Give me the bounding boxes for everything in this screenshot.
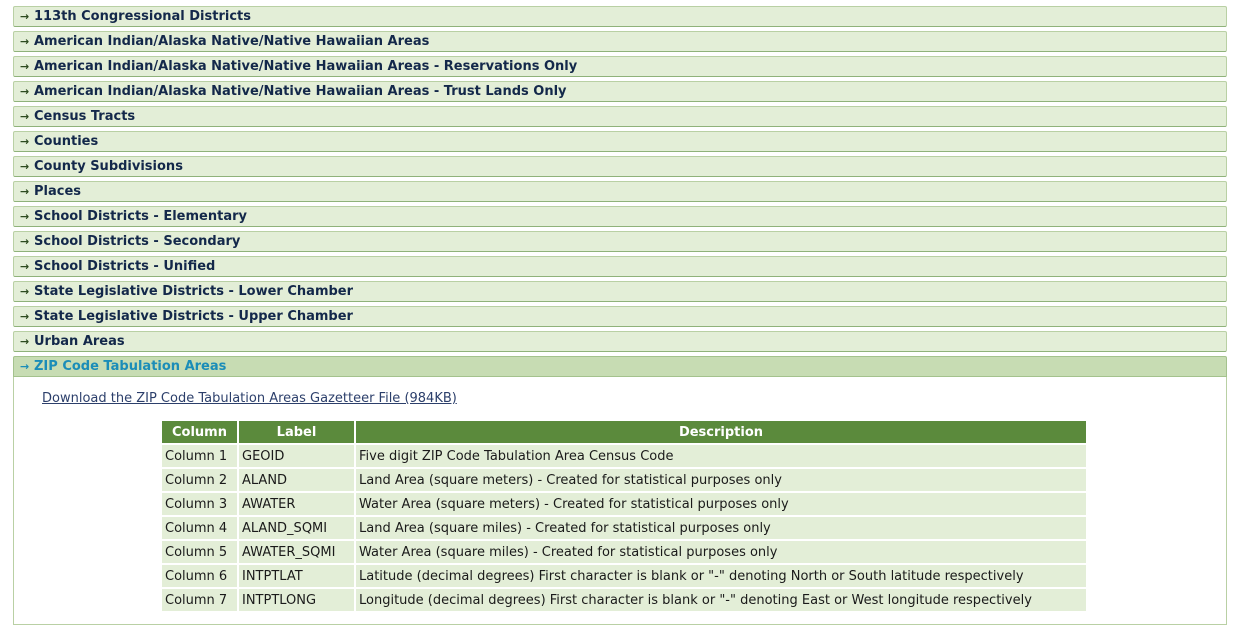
accordion-item-label: American Indian/Alaska Native/Native Haw… (34, 59, 578, 74)
cell-column: Column 2 (162, 469, 237, 491)
table-row: Column 1 GEOID Five digit ZIP Code Tabulat… (162, 445, 1086, 467)
arrow-right-icon: → (20, 210, 30, 223)
accordion-panel-zcta: Download the ZIP Code Tabulation Areas G… (13, 377, 1227, 625)
column-header-description: Description (356, 421, 1086, 443)
arrow-right-icon: → (20, 110, 30, 123)
accordion-item[interactable]: → Counties (13, 131, 1227, 152)
accordion-item[interactable]: → Urban Areas (13, 331, 1227, 352)
accordion-item-label: American Indian/Alaska Native/Native Haw… (34, 34, 430, 49)
cell-column: Column 7 (162, 589, 237, 611)
cell-label: AWATER_SQMI (239, 541, 354, 563)
accordion-item-label: School Districts - Secondary (34, 234, 241, 249)
arrow-right-icon: → (20, 260, 30, 273)
accordion-item-label: Census Tracts (34, 109, 136, 124)
accordion-item[interactable]: → School Districts - Secondary (13, 231, 1227, 252)
accordion-item[interactable]: → School Districts - Unified (13, 256, 1227, 277)
column-header-label: Label (239, 421, 354, 443)
accordion-item[interactable]: → County Subdivisions (13, 156, 1227, 177)
arrow-down-icon: → (20, 360, 30, 373)
arrow-right-icon: → (20, 160, 30, 173)
accordion-item-label: Places (34, 184, 82, 199)
cell-description: Longitude (decimal degrees) First charac… (356, 589, 1086, 611)
accordion-item-label: ZIP Code Tabulation Areas (34, 359, 227, 374)
accordion-item-zcta[interactable]: → ZIP Code Tabulation Areas (13, 356, 1227, 377)
table-row: Column 7 INTPTLONG Longitude (decimal degr… (162, 589, 1086, 611)
cell-column: Column 1 (162, 445, 237, 467)
cell-label: ALAND (239, 469, 354, 491)
accordion-item[interactable]: → 113th Congressional Districts (13, 6, 1227, 27)
accordion-item-label: School Districts - Elementary (34, 209, 247, 224)
accordion-item[interactable]: → American Indian/Alaska Native/Native Ha… (13, 31, 1227, 52)
arrow-right-icon: → (20, 10, 30, 23)
table-body: Column 1 GEOID Five digit ZIP Code Tabulat… (162, 445, 1086, 611)
cell-description: Land Area (square meters) - Created for … (356, 469, 1086, 491)
accordion-item-label: State Legislative Districts - Upper Cham… (34, 309, 353, 324)
accordion-item-label: Counties (34, 134, 99, 149)
arrow-right-icon: → (20, 135, 30, 148)
arrow-right-icon: → (20, 285, 30, 298)
table-row: Column 3 AWATER Water Area (square meters)… (162, 493, 1086, 515)
accordion-list: → 113th Congressional Districts → American … (13, 6, 1227, 352)
cell-column: Column 3 (162, 493, 237, 515)
table-row: Column 5 AWATER_SQMI Water Area (square mi… (162, 541, 1086, 563)
accordion-item[interactable]: → Census Tracts (13, 106, 1227, 127)
accordion-item[interactable]: → State Legislative Districts - Lower Cha… (13, 281, 1227, 302)
arrow-right-icon: → (20, 60, 30, 73)
cell-description: Five digit ZIP Code Tabulation Area Cens… (356, 445, 1086, 467)
accordion-item[interactable]: → American Indian/Alaska Native/Native Ha… (13, 56, 1227, 77)
cell-description: Water Area (square miles) - Created for … (356, 541, 1086, 563)
cell-label: ALAND_SQMI (239, 517, 354, 539)
accordion-item[interactable]: → Places (13, 181, 1227, 202)
arrow-right-icon: → (20, 185, 30, 198)
arrow-right-icon: → (20, 85, 30, 98)
accordion-item[interactable]: → School Districts - Elementary (13, 206, 1227, 227)
accordion-item[interactable]: → State Legislative Districts - Upper Cha… (13, 306, 1227, 327)
gazetteer-accordion: → 113th Congressional Districts → American … (13, 6, 1227, 625)
cell-description: Water Area (square meters) - Created for… (356, 493, 1086, 515)
cell-label: GEOID (239, 445, 354, 467)
cell-label: INTPTLONG (239, 589, 354, 611)
accordion-item-label: 113th Congressional Districts (34, 9, 251, 24)
table-row: Column 4 ALAND_SQMI Land Area (square mile… (162, 517, 1086, 539)
arrow-right-icon: → (20, 235, 30, 248)
arrow-right-icon: → (20, 335, 30, 348)
accordion-item-label: American Indian/Alaska Native/Native Haw… (34, 84, 567, 99)
table-row: Column 6 INTPTLAT Latitude (decimal degree… (162, 565, 1086, 587)
column-header-column: Column (162, 421, 237, 443)
accordion-item-label: County Subdivisions (34, 159, 183, 174)
accordion-item-label: State Legislative Districts - Lower Cham… (34, 284, 354, 299)
gazetteer-columns-table: Column Label Description Column 1 GEOID Fi… (160, 419, 1088, 613)
arrow-right-icon: → (20, 310, 30, 323)
accordion-item-label: Urban Areas (34, 334, 125, 349)
cell-description: Land Area (square miles) - Created for s… (356, 517, 1086, 539)
download-gazetteer-link[interactable]: Download the ZIP Code Tabulation Areas G… (42, 391, 457, 406)
cell-description: Latitude (decimal degrees) First charact… (356, 565, 1086, 587)
cell-column: Column 5 (162, 541, 237, 563)
table-header-row: Column Label Description (162, 421, 1086, 443)
accordion-item[interactable]: → American Indian/Alaska Native/Native Ha… (13, 81, 1227, 102)
cell-column: Column 4 (162, 517, 237, 539)
table-row: Column 2 ALAND Land Area (square meters) -… (162, 469, 1086, 491)
arrow-right-icon: → (20, 35, 30, 48)
cell-label: INTPTLAT (239, 565, 354, 587)
cell-label: AWATER (239, 493, 354, 515)
cell-column: Column 6 (162, 565, 237, 587)
accordion-item-label: School Districts - Unified (34, 259, 216, 274)
